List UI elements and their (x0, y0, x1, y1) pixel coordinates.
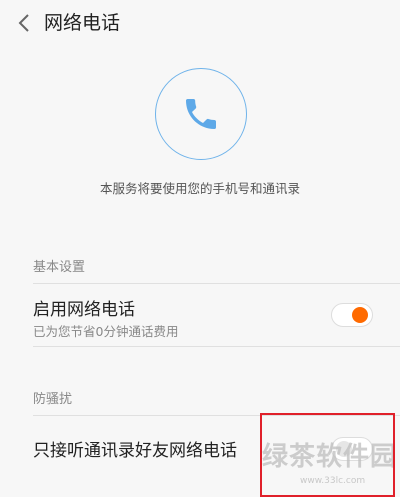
section-label-basic: 基本设置 (33, 260, 86, 275)
divider (33, 346, 400, 347)
section-label-anti-harassment: 防骚扰 (33, 392, 73, 407)
top-bar: 网络电话 (0, 0, 400, 46)
service-description: 本服务将要使用您的手机号和通讯录 (99, 181, 300, 196)
divider (33, 283, 400, 284)
back-button[interactable] (14, 12, 34, 34)
setting-title: 只接听通讯录好友网络电话 (33, 441, 237, 461)
chevron-left-icon (18, 14, 29, 32)
page-title: 网络电话 (44, 12, 121, 34)
toggle-knob (352, 307, 368, 323)
setting-title: 启用网络电话 (33, 300, 135, 320)
enable-network-call-toggle[interactable] (331, 303, 373, 327)
hero-circle (155, 68, 247, 160)
setting-subtitle: 已为您节省0分钟通话费用 (33, 324, 179, 339)
phone-icon (186, 99, 216, 129)
highlight-box (260, 413, 395, 497)
